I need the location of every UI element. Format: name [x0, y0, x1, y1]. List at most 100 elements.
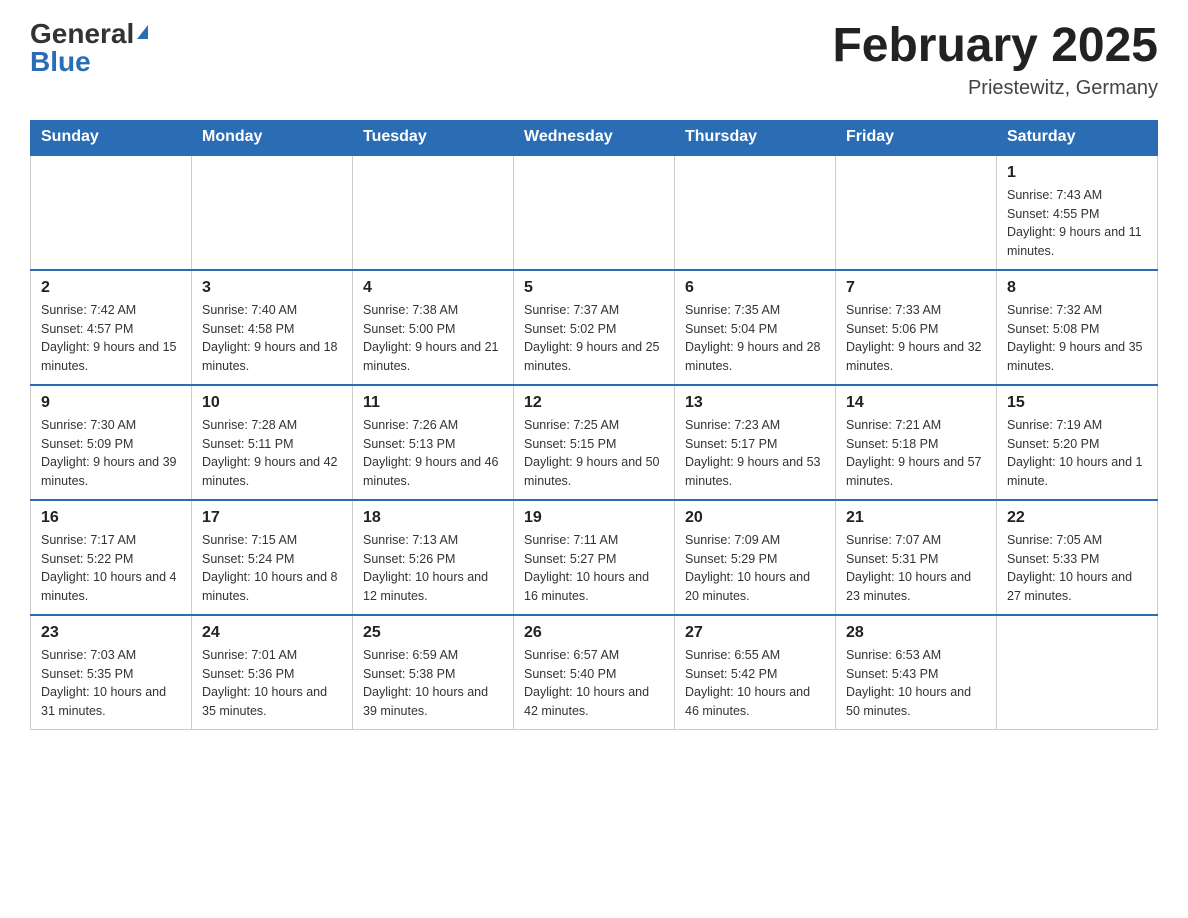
calendar-cell: 24 Sunrise: 7:01 AMSunset: 5:36 PMDayligh… [192, 615, 353, 730]
day-info: Sunrise: 6:57 AMSunset: 5:40 PMDaylight:… [524, 646, 664, 721]
calendar-cell: 7 Sunrise: 7:33 AMSunset: 5:06 PMDaylight… [836, 270, 997, 385]
day-number: 3 [202, 279, 342, 297]
logo-blue-text: Blue [30, 48, 91, 76]
day-number: 26 [524, 624, 664, 642]
calendar-cell: 12 Sunrise: 7:25 AMSunset: 5:15 PMDayligh… [514, 385, 675, 500]
calendar-cell: 2 Sunrise: 7:42 AMSunset: 4:57 PMDaylight… [31, 270, 192, 385]
day-info: Sunrise: 7:17 AMSunset: 5:22 PMDaylight:… [41, 531, 181, 606]
day-number: 4 [363, 279, 503, 297]
day-number: 20 [685, 509, 825, 527]
calendar-week-row: 2 Sunrise: 7:42 AMSunset: 4:57 PMDaylight… [31, 270, 1158, 385]
calendar-header-row: SundayMondayTuesdayWednesdayThursdayFrid… [31, 120, 1158, 155]
day-number: 12 [524, 394, 664, 412]
day-number: 13 [685, 394, 825, 412]
calendar-cell: 1Sunrise: 7:43 AMSunset: 4:55 PMDaylight… [997, 155, 1158, 270]
day-number: 14 [846, 394, 986, 412]
day-number: 18 [363, 509, 503, 527]
calendar-cell: 23 Sunrise: 7:03 AMSunset: 5:35 PMDayligh… [31, 615, 192, 730]
day-number: 6 [685, 279, 825, 297]
day-info: Sunrise: 7:25 AMSunset: 5:15 PMDaylight:… [524, 416, 664, 491]
day-info: Sunrise: 7:38 AMSunset: 5:00 PMDaylight:… [363, 301, 503, 376]
calendar-cell: 10 Sunrise: 7:28 AMSunset: 5:11 PMDayligh… [192, 385, 353, 500]
day-number: 27 [685, 624, 825, 642]
day-info: Sunrise: 6:53 AMSunset: 5:43 PMDaylight:… [846, 646, 986, 721]
day-info: Sunrise: 7:23 AMSunset: 5:17 PMDaylight:… [685, 416, 825, 491]
calendar-cell: 14 Sunrise: 7:21 AMSunset: 5:18 PMDayligh… [836, 385, 997, 500]
day-of-week-header: Friday [836, 120, 997, 155]
day-number: 15 [1007, 394, 1147, 412]
day-info: Sunrise: 7:30 AMSunset: 5:09 PMDaylight:… [41, 416, 181, 491]
calendar-cell: 3 Sunrise: 7:40 AMSunset: 4:58 PMDaylight… [192, 270, 353, 385]
calendar-cell [836, 155, 997, 270]
calendar-cell: 16 Sunrise: 7:17 AMSunset: 5:22 PMDayligh… [31, 500, 192, 615]
calendar-cell: 21 Sunrise: 7:07 AMSunset: 5:31 PMDayligh… [836, 500, 997, 615]
calendar-cell: 5 Sunrise: 7:37 AMSunset: 5:02 PMDaylight… [514, 270, 675, 385]
calendar-cell: 6 Sunrise: 7:35 AMSunset: 5:04 PMDaylight… [675, 270, 836, 385]
calendar-week-row: 1Sunrise: 7:43 AMSunset: 4:55 PMDaylight… [31, 155, 1158, 270]
day-info: Sunrise: 7:28 AMSunset: 5:11 PMDaylight:… [202, 416, 342, 491]
day-number: 9 [41, 394, 181, 412]
day-number: 17 [202, 509, 342, 527]
day-of-week-header: Saturday [997, 120, 1158, 155]
day-info: Sunrise: 7:32 AMSunset: 5:08 PMDaylight:… [1007, 301, 1147, 376]
calendar-cell [192, 155, 353, 270]
day-info: Sunrise: 7:01 AMSunset: 5:36 PMDaylight:… [202, 646, 342, 721]
calendar-cell: 8 Sunrise: 7:32 AMSunset: 5:08 PMDaylight… [997, 270, 1158, 385]
day-info: Sunrise: 7:19 AMSunset: 5:20 PMDaylight:… [1007, 416, 1147, 491]
day-number: 5 [524, 279, 664, 297]
day-number: 8 [1007, 279, 1147, 297]
day-info: Sunrise: 7:26 AMSunset: 5:13 PMDaylight:… [363, 416, 503, 491]
calendar-cell: 22Sunrise: 7:05 AMSunset: 5:33 PMDayligh… [997, 500, 1158, 615]
calendar-cell: 17Sunrise: 7:15 AMSunset: 5:24 PMDayligh… [192, 500, 353, 615]
logo: General Blue [30, 20, 148, 76]
calendar-cell: 25 Sunrise: 6:59 AMSunset: 5:38 PMDayligh… [353, 615, 514, 730]
day-of-week-header: Monday [192, 120, 353, 155]
day-info: Sunrise: 7:21 AMSunset: 5:18 PMDaylight:… [846, 416, 986, 491]
calendar-cell: 4 Sunrise: 7:38 AMSunset: 5:00 PMDaylight… [353, 270, 514, 385]
logo-triangle-icon [137, 25, 148, 39]
month-title: February 2025 [832, 20, 1158, 73]
day-number: 23 [41, 624, 181, 642]
calendar-cell [997, 615, 1158, 730]
calendar-cell: 28 Sunrise: 6:53 AMSunset: 5:43 PMDayligh… [836, 615, 997, 730]
day-info: Sunrise: 7:11 AMSunset: 5:27 PMDaylight:… [524, 531, 664, 606]
day-info: Sunrise: 7:35 AMSunset: 5:04 PMDaylight:… [685, 301, 825, 376]
day-info: Sunrise: 6:59 AMSunset: 5:38 PMDaylight:… [363, 646, 503, 721]
calendar-cell: 18Sunrise: 7:13 AMSunset: 5:26 PMDayligh… [353, 500, 514, 615]
day-number: 19 [524, 509, 664, 527]
day-info: Sunrise: 7:33 AMSunset: 5:06 PMDaylight:… [846, 301, 986, 376]
calendar-week-row: 16 Sunrise: 7:17 AMSunset: 5:22 PMDayligh… [31, 500, 1158, 615]
day-number: 16 [41, 509, 181, 527]
day-of-week-header: Wednesday [514, 120, 675, 155]
day-number: 7 [846, 279, 986, 297]
day-number: 2 [41, 279, 181, 297]
day-of-week-header: Sunday [31, 120, 192, 155]
day-number: 10 [202, 394, 342, 412]
day-info: Sunrise: 7:42 AMSunset: 4:57 PMDaylight:… [41, 301, 181, 376]
day-info: Sunrise: 7:07 AMSunset: 5:31 PMDaylight:… [846, 531, 986, 606]
calendar-cell [514, 155, 675, 270]
calendar-week-row: 9 Sunrise: 7:30 AMSunset: 5:09 PMDaylight… [31, 385, 1158, 500]
day-number: 24 [202, 624, 342, 642]
day-number: 1 [1007, 164, 1147, 182]
calendar-cell [353, 155, 514, 270]
logo-general-text: General [30, 20, 134, 48]
calendar-cell [675, 155, 836, 270]
location: Priestewitz, Germany [832, 77, 1158, 100]
calendar-cell: 19 Sunrise: 7:11 AMSunset: 5:27 PMDayligh… [514, 500, 675, 615]
calendar-cell: 9 Sunrise: 7:30 AMSunset: 5:09 PMDaylight… [31, 385, 192, 500]
calendar-cell: 15 Sunrise: 7:19 AMSunset: 5:20 PMDayligh… [997, 385, 1158, 500]
day-info: Sunrise: 7:05 AMSunset: 5:33 PMDaylight:… [1007, 531, 1147, 606]
calendar-table: SundayMondayTuesdayWednesdayThursdayFrid… [30, 120, 1158, 730]
calendar-cell: 27Sunrise: 6:55 AMSunset: 5:42 PMDayligh… [675, 615, 836, 730]
day-info: Sunrise: 7:03 AMSunset: 5:35 PMDaylight:… [41, 646, 181, 721]
day-number: 25 [363, 624, 503, 642]
day-number: 21 [846, 509, 986, 527]
calendar-cell: 13 Sunrise: 7:23 AMSunset: 5:17 PMDayligh… [675, 385, 836, 500]
day-number: 11 [363, 394, 503, 412]
day-info: Sunrise: 7:40 AMSunset: 4:58 PMDaylight:… [202, 301, 342, 376]
calendar-cell: 20 Sunrise: 7:09 AMSunset: 5:29 PMDayligh… [675, 500, 836, 615]
day-info: Sunrise: 7:09 AMSunset: 5:29 PMDaylight:… [685, 531, 825, 606]
day-info: Sunrise: 7:37 AMSunset: 5:02 PMDaylight:… [524, 301, 664, 376]
day-number: 28 [846, 624, 986, 642]
